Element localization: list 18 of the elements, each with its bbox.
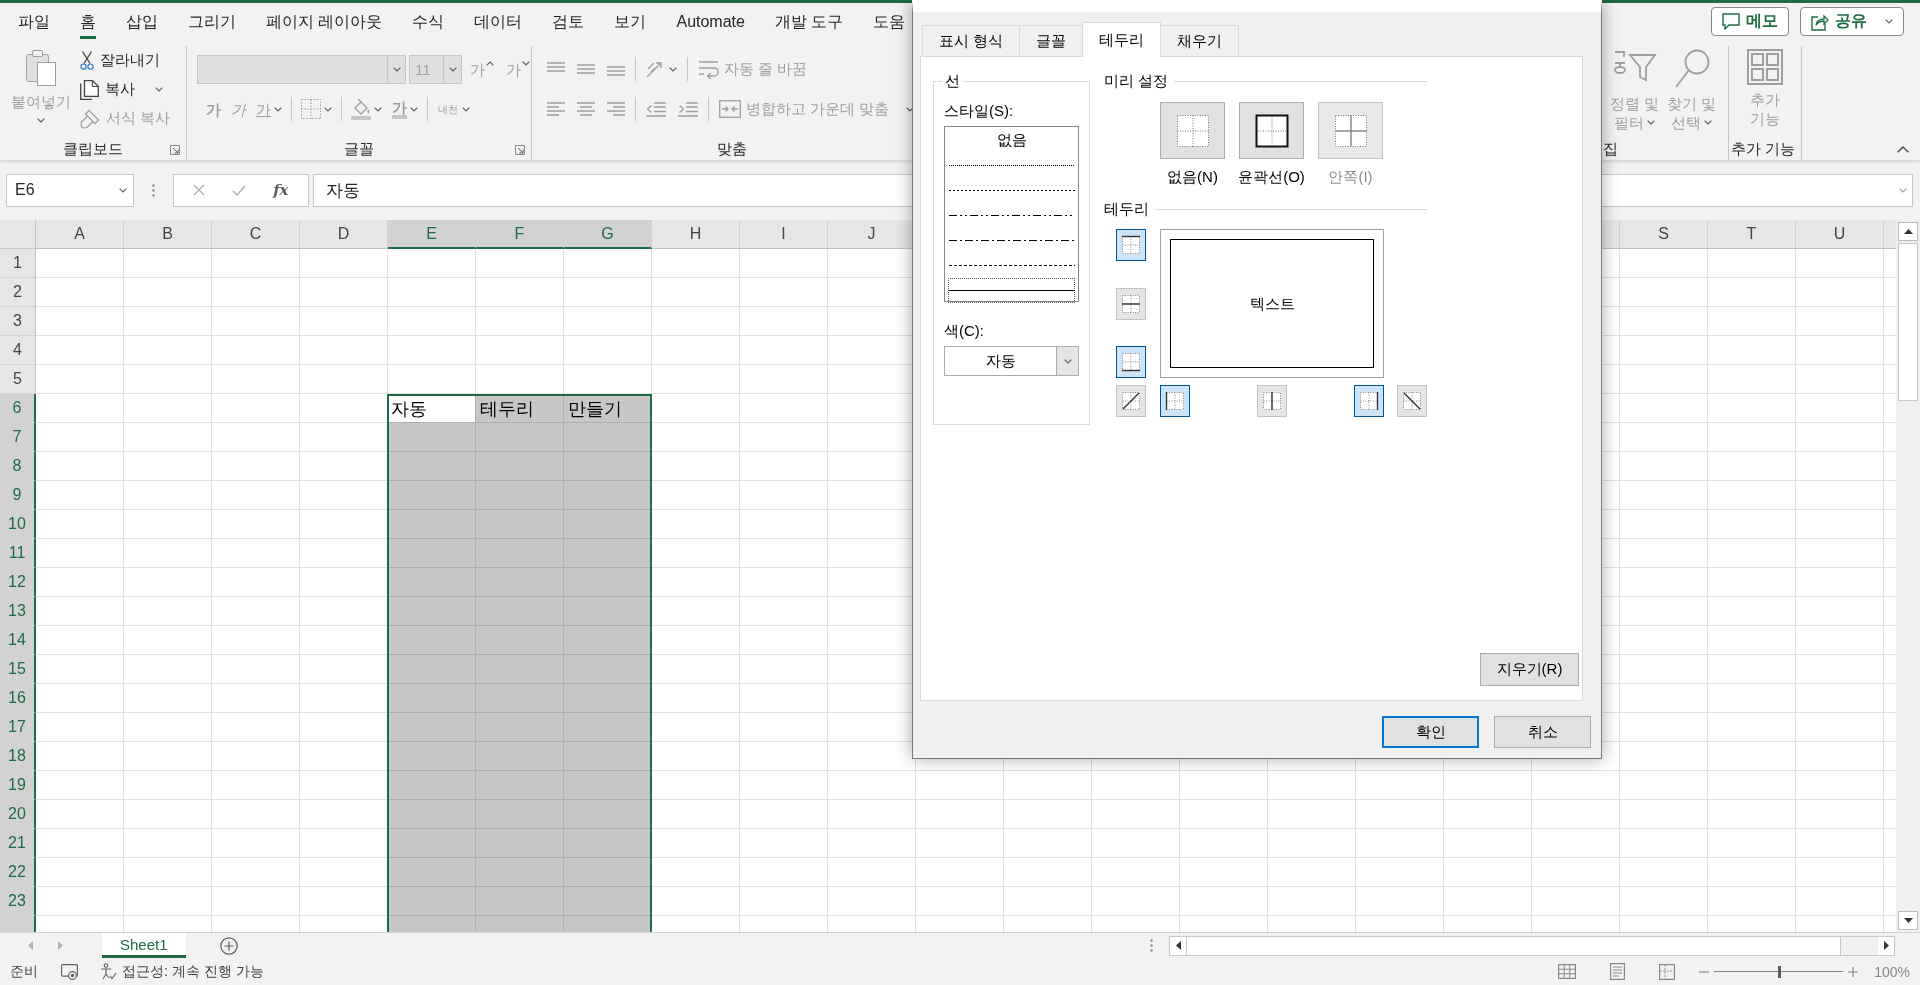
group-label: 추가 기능	[1730, 140, 1795, 159]
group-label: 집	[1603, 140, 1618, 159]
field-label: 색(C):	[944, 322, 985, 340]
sheet-cell-text: 테두리	[479, 397, 535, 421]
preset-label: 없음(N)	[1167, 168, 1218, 186]
group-label: 글꼴	[344, 140, 374, 159]
status-text: 준비	[10, 962, 38, 981]
preset-label: 윤곽선(O)	[1238, 168, 1305, 186]
group-title: 선	[944, 72, 961, 90]
group-label: 클립보드	[63, 140, 123, 159]
group-label: 맞춤	[716, 140, 747, 159]
preset-label: 안쪽(I)	[1328, 168, 1373, 186]
sheet-cell: 자동	[389, 396, 475, 422]
preview-text: 텍스트	[1249, 294, 1295, 313]
sheet-cell-text: 만들기	[567, 397, 623, 421]
section-title: 테두리	[1104, 200, 1149, 218]
field-label: 스타일(S):	[944, 102, 1015, 120]
section-title: 미리 설정	[1104, 72, 1169, 90]
